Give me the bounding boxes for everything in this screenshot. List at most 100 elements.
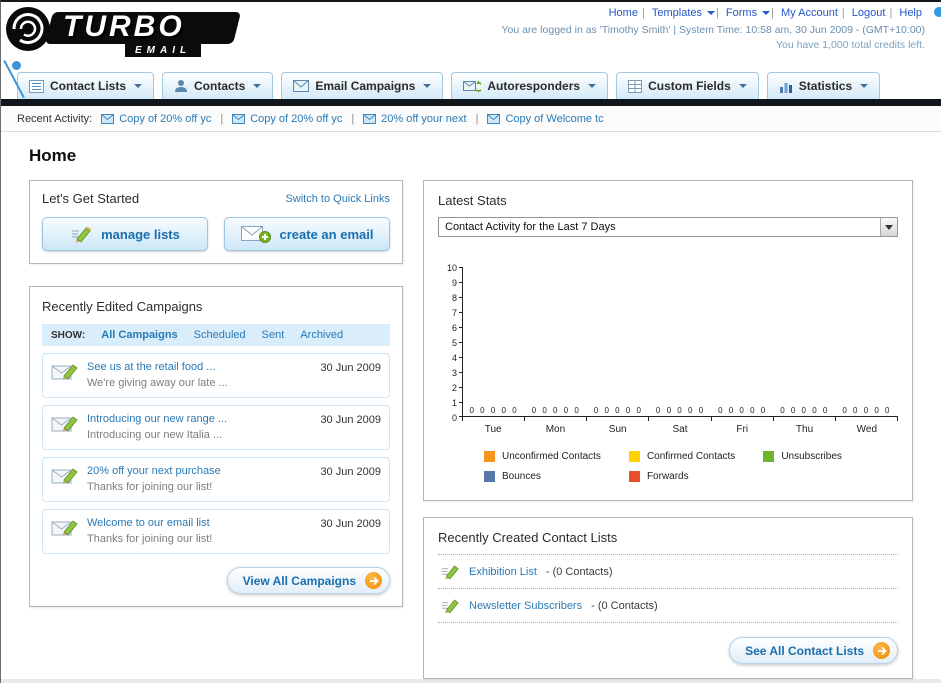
nav-tab-label: Statistics (798, 79, 853, 93)
separator: | (841, 7, 845, 19)
campaign-subtitle: Thanks for joining our list! (87, 481, 213, 493)
stats-period-dropdown[interactable]: Contact Activity for the Last 7 Days (438, 217, 898, 237)
chart-legend: Unconfirmed Contacts Confirmed Contacts Un… (484, 451, 898, 482)
x-tick-label: Sun (608, 424, 627, 435)
filter-tab-archived[interactable]: Archived (300, 329, 343, 341)
envelope-pencil-icon (51, 465, 79, 487)
nav-tab-email-campaigns[interactable]: Email Campaigns (281, 72, 444, 99)
recent-campaigns-panel: Recently Edited Campaigns SHOW: All Camp… (29, 286, 403, 607)
bar-value-labels: 0 0 0 0 0 (780, 406, 830, 415)
stats-panel-title: Latest Stats (438, 193, 507, 208)
y-tick-label: 8 (451, 293, 457, 303)
nav-tab-contact-lists[interactable]: Contact Lists (17, 72, 155, 99)
campaign-title-link[interactable]: See us at the retail food ... (87, 361, 312, 373)
nav-tab-label: Autoresponders (487, 79, 581, 93)
contact-list-count: - (0 Contacts) (591, 599, 658, 612)
y-tick-label: 6 (451, 323, 457, 333)
contact-list-row: Exhibition List - (0 Contacts) (438, 555, 898, 589)
chevron-down-icon (588, 84, 597, 88)
y-tick-label: 1 (451, 398, 457, 408)
custom-fields-icon (628, 79, 643, 93)
top-header: TURBO EMAIL Home | Templates | Forms | My A… (1, 2, 941, 99)
legend-item: Bounces (484, 471, 601, 482)
activity-item-label: 20% off your next (381, 112, 467, 125)
legend-label: Confirmed Contacts (646, 451, 736, 462)
view-all-campaigns-button[interactable]: View All Campaigns (226, 567, 390, 594)
envelope-plus-icon (240, 224, 271, 244)
contact-list-link[interactable]: Exhibition List (469, 566, 537, 578)
legend-swatch (628, 471, 640, 482)
top-link-forms[interactable]: Forms (726, 7, 757, 19)
arrow-right-icon (873, 642, 890, 659)
campaign-title-link[interactable]: 20% off your next purchase (87, 465, 312, 477)
nav-tab-contacts[interactable]: Contacts (162, 72, 274, 99)
campaign-date: 30 Jun 2009 (320, 518, 381, 530)
create-email-label: create an email (279, 226, 374, 242)
arrow-right-icon (365, 572, 382, 589)
top-link-home[interactable]: Home (609, 7, 638, 19)
campaigns-panel-title: Recently Edited Campaigns (42, 299, 203, 314)
statistics-icon (779, 80, 793, 93)
top-link-logout[interactable]: Logout (852, 7, 886, 19)
application-window: TURBO EMAIL Home | Templates | Forms | My A… (0, 0, 941, 683)
recent-activity-item[interactable]: 20% off your next (363, 112, 467, 125)
campaign-date: 30 Jun 2009 (320, 362, 381, 374)
top-link-help[interactable]: Help (899, 7, 922, 19)
top-right-block: Home | Templates | Forms | My Account | Logo… (501, 7, 925, 51)
nav-tab-label: Email Campaigns (315, 79, 416, 93)
nav-tab-custom-fields[interactable]: Custom Fields (616, 72, 759, 99)
x-tick-label: Mon (545, 424, 566, 435)
app-surface: TURBO EMAIL Home | Templates | Forms | My A… (1, 2, 941, 679)
x-tick-label: Wed (856, 424, 878, 435)
top-link-my-account[interactable]: My Account (781, 7, 838, 19)
contact-list-row: Newsletter Subscribers - (0 Contacts) (438, 589, 898, 623)
separator: | (351, 112, 355, 125)
recent-activity-item[interactable]: Copy of 20% off yc (101, 113, 211, 125)
manage-lists-label: manage lists (101, 226, 180, 242)
top-link-templates[interactable]: Templates (652, 7, 702, 19)
right-column: Latest Stats Contact Activity for the La… (423, 180, 913, 679)
bar-value-labels: 0 0 0 0 0 (655, 406, 706, 415)
chart-x-axis: Tue Mon Sun Sat Fri Thu Wed (462, 424, 898, 435)
filter-tab-all-campaigns[interactable]: All Campaigns (101, 329, 177, 341)
pencil-icon (440, 563, 460, 580)
recent-contact-lists-panel: Recently Created Contact Lists Exhibitio… (423, 517, 913, 679)
nav-tab-statistics[interactable]: Statistics (766, 72, 881, 99)
campaign-subtitle: Introducing our new Italia ... (87, 429, 223, 441)
x-tick-label: Sat (672, 424, 688, 435)
show-label: SHOW: (51, 329, 86, 341)
contact-list-link[interactable]: Newsletter Subscribers (469, 600, 582, 612)
separator: | (716, 7, 719, 19)
left-column: Let's Get Started Switch to Quick Links … (29, 180, 403, 607)
create-email-button[interactable]: create an email (224, 217, 390, 251)
campaign-date: 30 Jun 2009 (320, 414, 381, 426)
contact-lists-icon (29, 79, 44, 93)
nav-tab-autoresponders[interactable]: Autoresponders (451, 72, 609, 99)
see-all-contact-lists-button[interactable]: See All Contact Lists (729, 637, 898, 664)
campaign-title-link[interactable]: Introducing our new range ... (87, 413, 312, 425)
campaign-date: 30 Jun 2009 (320, 466, 381, 478)
campaigns-filter-bar: SHOW: All Campaigns Scheduled Sent Archi… (42, 324, 390, 346)
contact-activity-chart: 0 1 2 3 4 5 6 7 8 9 10 0 0 0 0 00 0 0 0 00 0 0 0 0… (438, 263, 898, 482)
legend-label: Forwards (646, 471, 689, 482)
x-tick-label: Fri (736, 424, 749, 435)
recent-activity-label: Recent Activity: (17, 112, 93, 125)
nav-tab-label: Contact Lists (50, 79, 127, 93)
get-started-title: Let's Get Started (42, 191, 140, 206)
filter-tab-sent[interactable]: Sent (262, 329, 285, 341)
nav-tab-label: Contacts (194, 79, 246, 93)
contact-list-count: - (0 Contacts) (545, 565, 613, 578)
activity-item-label: Copy of 20% off yc (250, 112, 343, 125)
activity-item-label: Copy of Welcome tc (505, 112, 604, 125)
manage-lists-button[interactable]: manage lists (42, 217, 208, 251)
y-tick-label: 10 (446, 263, 457, 273)
y-tick-label: 3 (451, 368, 457, 378)
contact-lists-panel-title: Recently Created Contact Lists (438, 530, 618, 545)
legend-swatch (484, 471, 495, 482)
filter-tab-scheduled[interactable]: Scheduled (194, 329, 246, 341)
campaign-title-link[interactable]: Welcome to our email list (87, 517, 312, 529)
switch-quick-links-link[interactable]: Switch to Quick Links (285, 193, 390, 205)
recent-activity-item[interactable]: Copy of 20% off yc (232, 113, 342, 125)
credits-text: You have 1,000 total credits left. (775, 39, 925, 51)
recent-activity-item[interactable]: Copy of Welcome tc (487, 112, 604, 125)
